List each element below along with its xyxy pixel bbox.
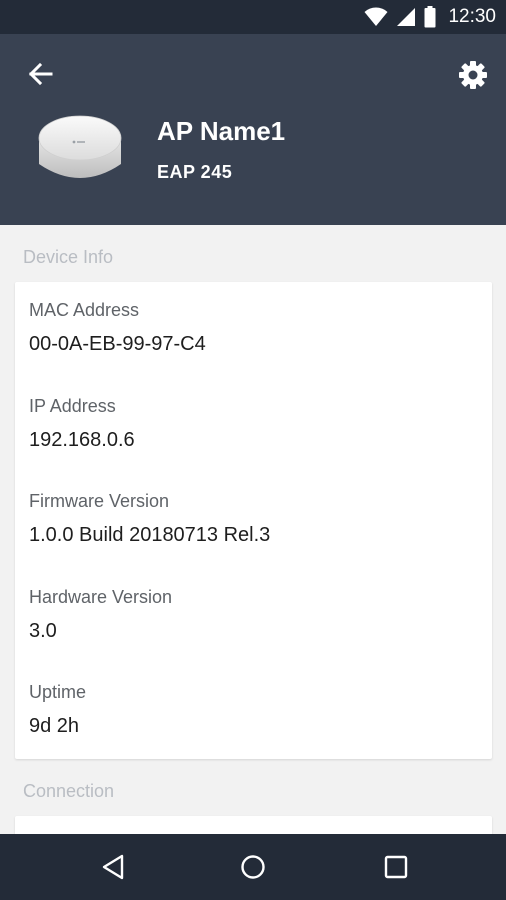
ip-address-field: IP Address 192.168.0.6 [29,396,135,452]
nav-back-button[interactable] [98,852,128,882]
connection-section-title: Connection [23,781,115,801]
status-time: 12:30 [448,6,496,27]
field-label: Uptime [29,682,87,702]
device-model: EAP 245 [157,162,233,182]
field-label: MAC Address [29,300,140,320]
firmware-version-field: Firmware Version 1.0.0 Build 20180713 Re… [29,491,270,547]
uptime-field: Uptime 9d 2h [29,682,86,738]
device-name: AP Name1 [157,116,286,146]
arrow-back-icon [28,62,53,86]
nav-home-icon [241,855,265,879]
nav-recents-icon [384,855,408,879]
wifi-icon [364,7,388,26]
mac-address-field: MAC Address 00-0A-EB-99-97-C4 [29,300,206,356]
device-info-section-title: Device Info [23,247,114,267]
field-value: 3.0 [29,620,57,642]
nav-home-button[interactable] [238,852,268,882]
nav-recents-button[interactable] [381,852,411,882]
system-nav-bar [0,834,506,900]
app-header: AP Name1 EAP 245 [0,34,506,225]
field-label: Firmware Version [29,491,170,511]
hardware-version-field: Hardware Version 3.0 [29,587,172,643]
device-info-card: MAC Address 00-0A-EB-99-97-C4 IP Address… [15,282,492,759]
access-point-image [38,115,122,178]
field-label: Hardware Version [29,587,173,607]
field-value: 192.168.0.6 [29,429,135,451]
field-label: IP Address [29,396,116,416]
signal-icon [397,8,416,26]
back-button[interactable] [22,60,58,88]
field-value: 00-0A-EB-99-97-C4 [29,333,206,355]
nav-back-icon [102,854,124,880]
field-value: 9d 2h [29,715,80,737]
status-bar: 12:30 [0,0,506,34]
battery-icon [424,6,436,28]
field-value: 1.0.0 Build 20180713 Rel.3 [29,524,271,546]
gear-icon [459,61,487,89]
status-icons: 12:30 [364,6,496,28]
settings-button[interactable] [456,58,490,92]
